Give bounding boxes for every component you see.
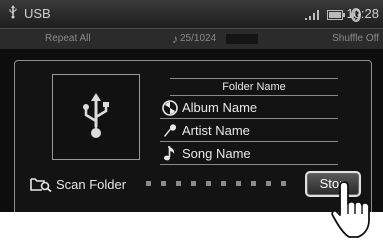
album-art [52, 74, 140, 160]
scan-progress-dots [146, 181, 286, 186]
music-note-icon: ♪ [172, 32, 178, 46]
progress-dot [206, 181, 211, 186]
progress-dot [281, 181, 286, 186]
scan-folder-indicator: Scan Folder [30, 175, 126, 193]
album-name: Album Name [182, 100, 258, 115]
progress-dot [221, 181, 226, 186]
pointing-hand-icon [331, 181, 370, 238]
clock: 10:28 [346, 6, 379, 21]
artist-name: Artist Name [182, 123, 250, 138]
status-bar: USB 10:28 [0, 0, 383, 29]
track-counter-label: 25/1024 [180, 33, 217, 44]
folder-search-icon [30, 178, 52, 192]
playback-info-bar: Repeat All ♪ 25/1024 Shuffle Off [0, 29, 383, 49]
progress-dot [161, 181, 166, 186]
usb-icon [8, 5, 18, 23]
shuffle-mode[interactable]: Shuffle Off [332, 29, 379, 49]
progress-dot [251, 181, 256, 186]
progress-dot [146, 181, 151, 186]
track-progress-bar [226, 34, 258, 44]
progress-dot [191, 181, 196, 186]
repeat-mode[interactable]: Repeat All [45, 29, 91, 49]
artist-row: Artist Name [160, 121, 338, 142]
scan-folder-label: Scan Folder [56, 176, 127, 192]
progress-dot [176, 181, 181, 186]
source-label: USB [24, 6, 51, 21]
song-name: Song Name [182, 146, 251, 161]
microphone-icon [164, 124, 177, 137]
folder-name: Folder Name [170, 78, 338, 96]
disc-icon [162, 100, 178, 116]
progress-dot [236, 181, 241, 186]
signal-icon [305, 10, 319, 20]
album-row: Album Name [160, 98, 338, 119]
usb-symbol-icon [83, 93, 109, 138]
progress-dot [266, 181, 271, 186]
song-row: Song Name [160, 144, 338, 165]
track-counter: ♪ 25/1024 [172, 29, 216, 49]
battery-icon [327, 10, 345, 20]
head-unit-screen: USB 10:28 Repeat All ♪ 25/1024 Shuffle O… [0, 0, 383, 212]
music-note-icon [164, 146, 175, 161]
source-indicator: USB [8, 5, 51, 23]
